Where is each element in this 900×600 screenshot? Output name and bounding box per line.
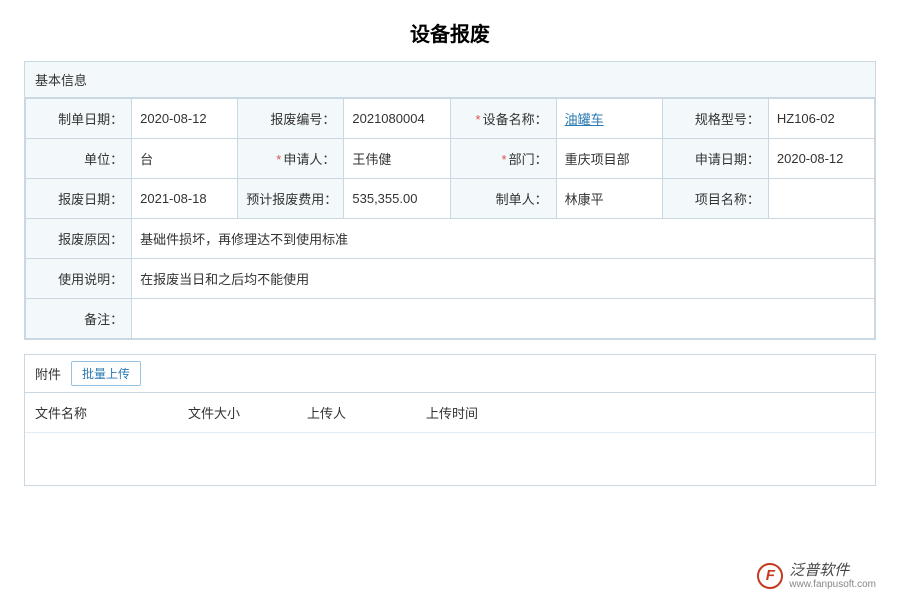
label-usage: 使用说明： [26, 259, 132, 299]
attachment-table: 文件名称 文件大小 上传人 上传时间 [25, 393, 875, 485]
col-blank-4 [799, 393, 876, 433]
value-project [768, 179, 874, 219]
basic-info-header: 基本信息 [25, 62, 875, 98]
label-unit: 单位： [26, 139, 132, 179]
attachment-title: 附件 [35, 364, 61, 383]
logo-icon [757, 563, 783, 589]
value-applicant: 王伟健 [344, 139, 450, 179]
value-est-cost: 535,355.00 [344, 179, 450, 219]
label-dept: *部门： [450, 139, 556, 179]
value-apply-date: 2020-08-12 [768, 139, 874, 179]
label-scrap-date: 报废日期： [26, 179, 132, 219]
label-create-date: 制单日期： [26, 99, 132, 139]
value-dept: 重庆项目部 [556, 139, 662, 179]
col-file-size: 文件大小 [178, 393, 297, 433]
label-reason: 报废原因： [26, 219, 132, 259]
label-remark: 备注： [26, 299, 132, 339]
label-applicant: *申请人： [238, 139, 344, 179]
basic-info-table: 制单日期： 2020-08-12 报废编号： 2021080004 *设备名称：… [25, 98, 875, 339]
logo-text-url: www.fanpusoft.com [789, 579, 876, 590]
batch-upload-button[interactable]: 批量上传 [71, 361, 141, 386]
label-est-cost: 预计报废费用： [238, 179, 344, 219]
label-project: 项目名称： [662, 179, 768, 219]
col-blank-2 [646, 393, 723, 433]
label-spec: 规格型号： [662, 99, 768, 139]
value-unit: 台 [132, 139, 238, 179]
col-file-name: 文件名称 [25, 393, 178, 433]
label-equip-name: *设备名称： [450, 99, 556, 139]
label-scrap-no: 报废编号： [238, 99, 344, 139]
value-spec: HZ106-02 [768, 99, 874, 139]
label-apply-date: 申请日期： [662, 139, 768, 179]
label-maker: 制单人： [450, 179, 556, 219]
value-usage: 在报废当日和之后均不能使用 [132, 259, 875, 299]
page-title: 设备报废 [0, 0, 900, 61]
attachment-empty-row [25, 433, 875, 485]
logo-text-cn: 泛普软件 [789, 563, 876, 580]
brand-logo: 泛普软件 www.fanpusoft.com [757, 563, 876, 591]
value-maker: 林康平 [556, 179, 662, 219]
attachment-panel: 附件 批量上传 文件名称 文件大小 上传人 上传时间 [24, 354, 876, 486]
value-equip-name[interactable]: 油罐车 [556, 99, 662, 139]
value-remark [132, 299, 875, 339]
basic-info-panel: 基本信息 制单日期： 2020-08-12 报废编号： 2021080004 *… [24, 61, 876, 340]
value-scrap-date: 2021-08-18 [132, 179, 238, 219]
col-uploader: 上传人 [297, 393, 416, 433]
col-blank-3 [722, 393, 799, 433]
value-scrap-no: 2021080004 [344, 99, 450, 139]
value-reason: 基础件损坏，再修理达不到使用标准 [132, 219, 875, 259]
attachment-header: 附件 批量上传 [25, 355, 875, 393]
value-create-date: 2020-08-12 [132, 99, 238, 139]
col-upload-time: 上传时间 [416, 393, 569, 433]
col-blank-1 [569, 393, 646, 433]
